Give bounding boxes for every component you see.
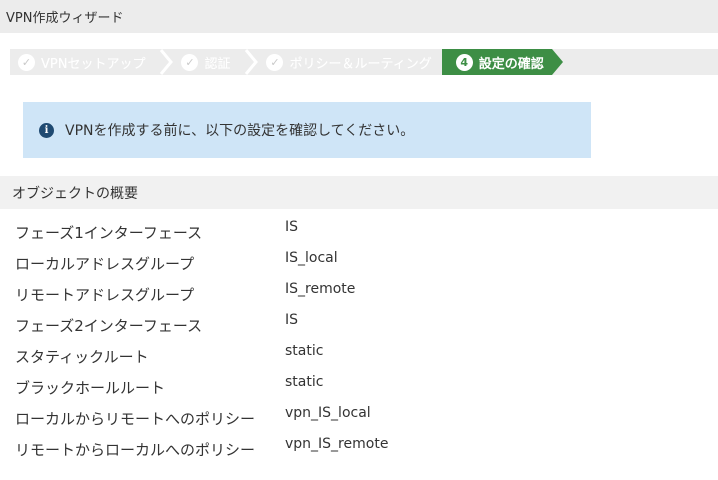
check-icon: ✓ <box>266 53 284 71</box>
check-icon: ✓ <box>18 53 35 71</box>
summary-row-label: ローカルアドレスグループ <box>15 255 195 273</box>
summary-row: ローカルアドレスグループ IS_local <box>15 245 715 276</box>
chevron-right-icon <box>240 49 262 75</box>
summary-row-value: IS <box>285 218 299 235</box>
summary-row-value: static <box>285 373 324 390</box>
wizard-step-label: VPNセットアップ <box>41 56 146 72</box>
summary-list: フェーズ1インターフェース IS ローカルアドレスグループ IS_local リ… <box>15 214 715 462</box>
summary-section-header: オブジェクトの概要 <box>0 176 718 209</box>
check-icon: ✓ <box>181 53 199 71</box>
summary-row-value: vpn_IS_local <box>285 404 371 421</box>
summary-row: フェーズ1インターフェース IS <box>15 214 715 245</box>
summary-row: ブラックホールルート static <box>15 369 715 400</box>
wizard-step-label: 設定の確認 <box>478 56 544 72</box>
summary-row-value: vpn_IS_remote <box>285 435 389 452</box>
info-message-box: i VPNを作成する前に、以下の設定を確認してください。 <box>23 102 591 158</box>
summary-row-value: IS_local <box>285 249 338 266</box>
summary-row-label: リモートからローカルへのポリシー <box>15 441 256 459</box>
summary-row: スタティックルート static <box>15 338 715 369</box>
summary-header-title: オブジェクトの概要 <box>12 185 138 202</box>
summary-row-value: IS_remote <box>285 280 356 297</box>
active-step-arrow <box>551 49 563 75</box>
wizard-step-review: 4 設定の確認 <box>441 49 552 75</box>
wizard-step-vpn-setup: ✓ VPNセットアップ <box>14 49 155 75</box>
summary-row-label: フェーズ1インターフェース <box>15 224 203 242</box>
summary-row: フェーズ2インターフェース IS <box>15 307 715 338</box>
summary-row: ローカルからリモートへのポリシー vpn_IS_local <box>15 400 715 431</box>
window-title: VPN作成ウィザード <box>6 11 124 26</box>
wizard-steps: ✓ VPNセットアップ ✓ 認証 ✓ ポリシー＆ルーティング 4 設定の確認 <box>14 49 563 75</box>
step-number-badge: 4 <box>455 53 473 71</box>
summary-row-label: スタティックルート <box>15 348 149 366</box>
summary-row-value: static <box>285 342 324 359</box>
summary-row: リモートアドレスグループ IS_remote <box>15 276 715 307</box>
wizard-step-label: 認証 <box>204 56 231 72</box>
wizard-step-auth: ✓ 認証 <box>177 49 240 75</box>
wizard-step-label: ポリシー＆ルーティング <box>289 56 432 72</box>
window-title-bar: VPN作成ウィザード <box>0 0 718 33</box>
summary-row: リモートからローカルへのポリシー vpn_IS_remote <box>15 431 715 462</box>
chevron-right-icon <box>155 49 177 75</box>
summary-row-label: ブラックホールルート <box>15 379 166 397</box>
summary-row-label: ローカルからリモートへのポリシー <box>15 410 256 428</box>
summary-row-label: リモートアドレスグループ <box>15 286 195 304</box>
info-icon: i <box>39 122 54 138</box>
summary-row-value: IS <box>285 311 299 328</box>
wizard-step-policy-routing: ✓ ポリシー＆ルーティング <box>262 49 441 75</box>
info-message: VPNを作成する前に、以下の設定を確認してください。 <box>65 123 415 139</box>
summary-row-label: フェーズ2インターフェース <box>15 317 203 335</box>
